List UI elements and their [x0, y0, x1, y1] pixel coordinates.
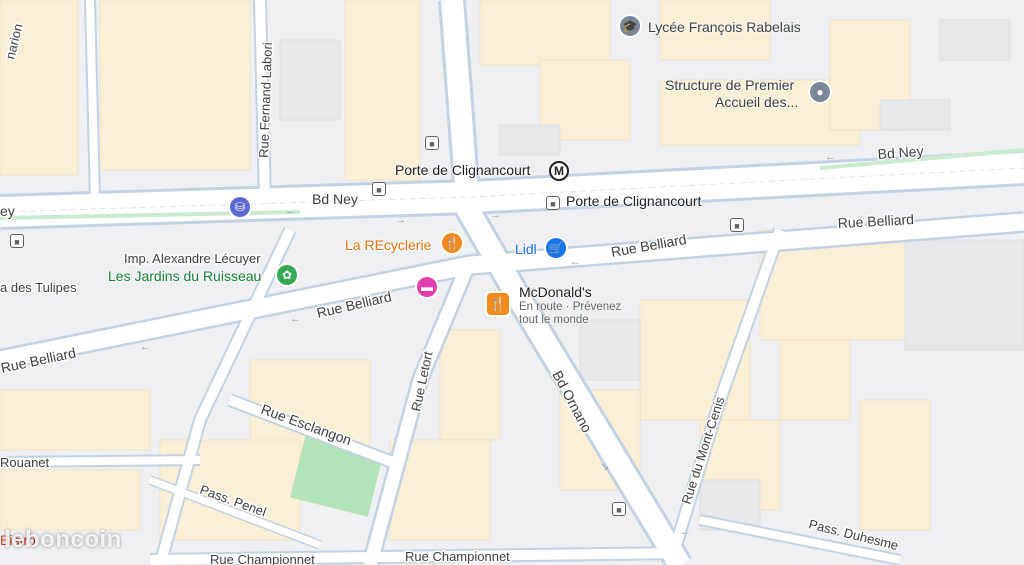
bus-stop-icon[interactable]: ■	[372, 182, 386, 196]
metro-icon[interactable]: M	[549, 161, 569, 181]
restaurant-icon[interactable]: 🍴	[487, 293, 509, 315]
street-rue-championnet-left: Rue Championnet	[210, 552, 315, 565]
poi-mcdonalds-label[interactable]: McDonald's	[519, 284, 592, 301]
street-rouanet: Rouanet	[0, 455, 50, 470]
bus-stop-icon[interactable]: ■	[425, 136, 439, 150]
bus-stop-icon[interactable]: ■	[730, 218, 744, 232]
metro-station-label[interactable]: Porte de Clignancourt	[395, 162, 530, 179]
school-icon[interactable]: 🎓	[620, 16, 640, 36]
poi-lycee-label[interactable]: Lycée François Rabelais	[648, 19, 801, 36]
street-ney-partial: ey	[0, 203, 15, 219]
map-view[interactable]: ← ← → ← ← ← ↘ ← → Bd Ney Bd Ney ey Rue Belliar…	[0, 0, 1024, 565]
poi-mcdonalds-sub2: tout le monde	[519, 314, 589, 326]
poi-la-recyclerie-label[interactable]: La REcyclerie	[345, 237, 431, 254]
street-imp-alexandre-lecuyer: Imp. Alexandre Lécuyer	[124, 251, 261, 266]
svg-text:←: ←	[140, 341, 151, 353]
street-rue-des-tulipes: a des Tulipes	[0, 280, 77, 295]
street-bd-ney-left: Bd Ney	[312, 191, 358, 207]
hotel-icon[interactable]: ▬	[417, 277, 437, 297]
svg-text:↘: ↘	[600, 461, 609, 473]
tram-station-label[interactable]: Porte de Clignancourt	[566, 193, 701, 210]
svg-text:→: →	[395, 214, 406, 226]
shopping-cart-icon[interactable]: 🛒	[546, 238, 566, 258]
svg-text:←: ←	[290, 313, 301, 325]
street-bd-ney-right: Bd Ney	[877, 143, 924, 162]
bus-stop-icon[interactable]: ■	[10, 234, 24, 248]
svg-text:→: →	[490, 209, 501, 221]
poi-jardins-label[interactable]: Les Jardins du Ruisseau	[108, 268, 261, 285]
poi-lidl-label[interactable]: Lidl	[515, 241, 537, 258]
svg-text:←: ←	[825, 151, 836, 163]
svg-text:←: ←	[570, 256, 581, 268]
bike-icon[interactable]: ⛁	[230, 197, 250, 217]
poi-structure-line1[interactable]: Structure de Premier	[665, 77, 794, 94]
street-rue-championnet-right: Rue Championnet	[405, 549, 510, 564]
poi-structure-line2[interactable]: Accueil des...	[715, 94, 798, 111]
poi-mcdonalds-sub1: En route · Prévenez	[519, 301, 622, 313]
place-icon[interactable]: ●	[810, 82, 830, 102]
bus-stop-icon[interactable]: ■	[546, 196, 560, 210]
svg-text:←: ←	[680, 526, 691, 538]
bus-stop-icon[interactable]: ■	[612, 502, 626, 516]
leboncoin-watermark: leboncoin	[4, 526, 122, 553]
restaurant-icon[interactable]: 🍴	[442, 233, 462, 253]
svg-text:←: ←	[285, 205, 296, 217]
park-icon[interactable]: ✿	[277, 265, 297, 285]
